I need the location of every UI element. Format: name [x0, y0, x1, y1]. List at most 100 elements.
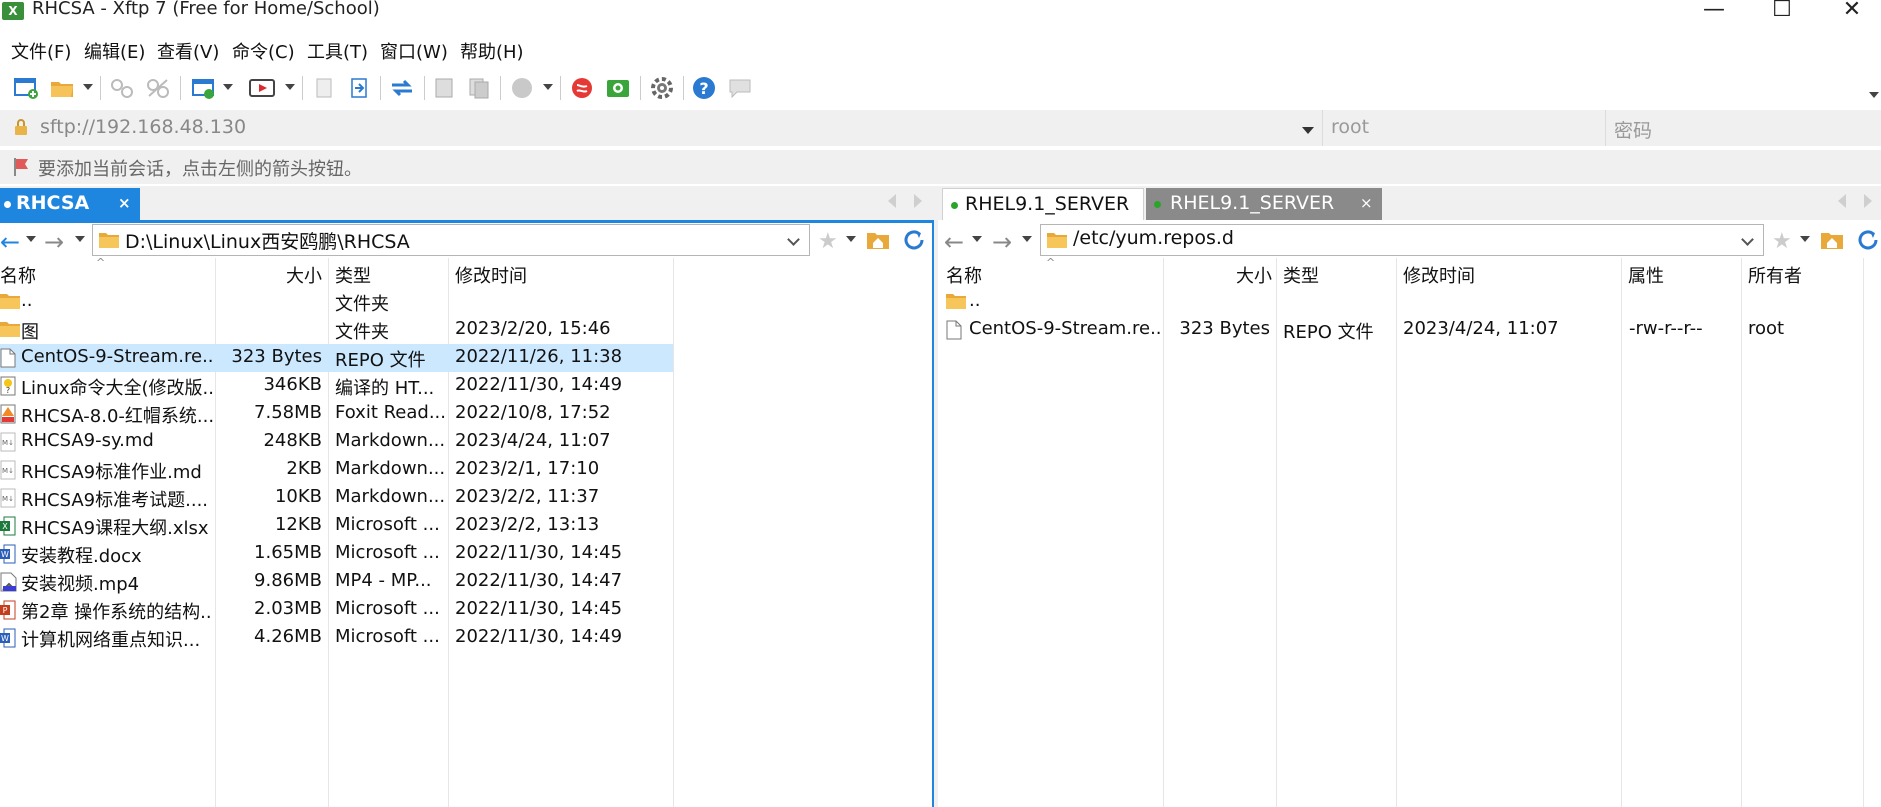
menu-help[interactable]: 帮助(H)	[460, 38, 524, 64]
file-row[interactable]: W 计算机网络重点知识... 4.26MB Microsoft ... 2022/11/…	[0, 624, 932, 652]
cell-modified: 2022/11/30, 14:47	[455, 570, 623, 591]
close-tab-icon[interactable]: ×	[1360, 194, 1373, 212]
download-icon[interactable]	[345, 74, 373, 102]
add-session-arrow-icon[interactable]	[12, 156, 32, 178]
new-session-icon[interactable]	[12, 74, 40, 102]
menu-edit[interactable]: 编辑(E)	[84, 38, 145, 64]
menu-file[interactable]: 文件(F)	[11, 38, 71, 64]
close-window-button[interactable]: ✕	[1832, 0, 1872, 24]
menu-command[interactable]: 命令(C)	[232, 38, 295, 64]
cell-type: Microsoft ...	[335, 514, 440, 535]
username-field[interactable]: root	[1322, 110, 1605, 146]
session-manager-icon[interactable]	[190, 74, 218, 102]
help-icon[interactable]: ?	[690, 74, 718, 102]
xshell-icon[interactable]	[568, 74, 596, 102]
sync-icon[interactable]	[388, 74, 416, 102]
url-dropdown-icon[interactable]	[1302, 127, 1314, 134]
file-row[interactable]: M↓ RHCSA9标准作业.md 2KB Markdown... 2023/2/1, 1…	[0, 456, 932, 484]
back-arrow-icon[interactable]: ←	[0, 230, 20, 254]
host-url-input[interactable]: sftp://192.168.48.130	[40, 116, 246, 138]
file-row[interactable]: 安装视频.mp4 9.86MB MP4 - MP... 2022/11/30, 14:…	[0, 568, 932, 596]
tab-status-dot	[4, 201, 11, 208]
file-row[interactable]: W 安装教程.docx 1.65MB Microsoft ... 2022/11/30,…	[0, 540, 932, 568]
connect-icon[interactable]	[108, 74, 136, 102]
cell-size: 12KB	[274, 514, 322, 535]
copy-icon[interactable]	[465, 74, 493, 102]
settings-gear-icon[interactable]	[648, 74, 676, 102]
file-row[interactable]: CentOS-9-Stream.re... 323 Bytes REPO 文件 202…	[940, 316, 1881, 344]
remote-path-bar: ← → /etc/yum.repos.d ★	[940, 220, 1881, 258]
forward-dropdown-icon[interactable]	[1022, 236, 1032, 242]
open-dropdown-icon[interactable]	[83, 84, 93, 90]
tab-remote-server-2[interactable]: RHEL9.1_SERVER ×	[1146, 188, 1382, 220]
menu-window[interactable]: 窗口(W)	[380, 38, 448, 64]
chm-icon: ?	[0, 376, 16, 396]
toolbar-overflow-icon[interactable]	[1869, 92, 1879, 98]
sort-ascending-icon: ^	[1046, 258, 1056, 269]
record-icon[interactable]	[248, 74, 276, 102]
open-folder-icon[interactable]	[48, 74, 76, 102]
path-dropdown-icon[interactable]	[1741, 233, 1754, 246]
file-row[interactable]: .. 文件夹	[0, 288, 932, 316]
refresh-icon[interactable]	[1856, 228, 1880, 252]
upload-icon[interactable]	[310, 74, 338, 102]
disconnect-icon[interactable]	[144, 74, 172, 102]
tab-scroll-right-icon[interactable]	[1864, 194, 1872, 208]
session-dropdown-icon[interactable]	[223, 84, 233, 90]
back-arrow-icon[interactable]: ←	[944, 230, 964, 254]
favorite-dropdown-icon[interactable]	[1800, 236, 1810, 242]
file-row[interactable]: P 第2章 操作系统的结构... 2.03MB Microsoft ... 2022/1…	[0, 596, 932, 624]
forward-dropdown-icon[interactable]	[75, 236, 85, 242]
close-tab-icon[interactable]: ×	[118, 194, 131, 212]
chat-icon[interactable]	[726, 74, 754, 102]
path-dropdown-icon[interactable]	[787, 233, 800, 246]
file-row[interactable]: ..	[940, 288, 1881, 316]
forward-arrow-icon[interactable]: →	[992, 230, 1012, 254]
favorite-dropdown-icon[interactable]	[846, 236, 856, 242]
transfer-dropdown-icon[interactable]	[543, 84, 553, 90]
back-dropdown-icon[interactable]	[26, 236, 36, 242]
file-row[interactable]: M↓ RHCSA9-sy.md 248KB Markdown... 2023/4/24,…	[0, 428, 932, 456]
cell-type: 文件夹	[335, 294, 389, 315]
minimize-button[interactable]: —	[1694, 0, 1734, 24]
tab-scroll-right-icon[interactable]	[914, 194, 922, 208]
record-dropdown-icon[interactable]	[285, 84, 295, 90]
file-row[interactable]: X RHCSA9课程大纲.xlsx 12KB Microsoft ... 2023/2/…	[0, 512, 932, 540]
powerpoint-icon: P	[0, 600, 16, 620]
local-path-input[interactable]: D:\Linux\Linux西安鸥鹏\RHCSA	[92, 224, 810, 256]
tab-scroll-left-icon[interactable]	[888, 194, 896, 208]
home-folder-icon[interactable]	[1820, 230, 1844, 250]
tab-scroll-left-icon[interactable]	[1838, 194, 1846, 208]
favorite-star-icon[interactable]: ★	[1772, 231, 1792, 253]
file-row[interactable]: 图 文件夹 2023/2/20, 15:46	[0, 316, 932, 344]
tab-local-rhcsa[interactable]: RHCSA ×	[0, 188, 140, 220]
menu-tools[interactable]: 工具(T)	[307, 38, 368, 64]
forward-arrow-icon[interactable]: →	[44, 230, 64, 254]
file-row[interactable]: M↓ RHCSA9标准考试题.... 10KB Markdown... 2023/2/2…	[0, 484, 932, 512]
svg-text:?: ?	[699, 79, 708, 98]
xftp-icon[interactable]	[604, 74, 632, 102]
menu-view[interactable]: 查看(V)	[157, 38, 219, 64]
maximize-button[interactable]: ☐	[1762, 0, 1802, 24]
favorite-star-icon[interactable]: ★	[818, 231, 838, 253]
tab-remote-server-1[interactable]: RHEL9.1_SERVER	[942, 188, 1144, 220]
toolbar-separator	[424, 76, 425, 100]
file-row[interactable]: ? Linux命令大全(修改版... 346KB 编译的 HT... 2022/11/3…	[0, 372, 932, 400]
print-icon[interactable]	[430, 74, 458, 102]
pane-splitter[interactable]	[932, 220, 938, 807]
back-dropdown-icon[interactable]	[972, 236, 982, 242]
cell-modified: 2023/2/2, 11:37	[455, 486, 600, 507]
cell-type: Markdown...	[335, 458, 445, 479]
toolbar-separator	[683, 76, 684, 100]
file-row[interactable]: RHCSA-8.0-红帽系统... 7.58MB Foxit Read... 2022…	[0, 400, 932, 428]
cell-modified: 2022/11/30, 14:49	[455, 626, 623, 647]
tab-status-dot	[951, 202, 958, 209]
cell-modified: 2023/4/24, 11:07	[455, 430, 611, 451]
file-row[interactable]: CentOS-9-Stream.re... 323 Bytes REPO 文件 202…	[0, 344, 673, 372]
home-folder-icon[interactable]	[866, 230, 890, 250]
remote-path-input[interactable]: /etc/yum.repos.d	[1040, 224, 1764, 256]
password-field[interactable]: 密码	[1605, 110, 1881, 146]
transfer-status-icon[interactable]	[508, 74, 536, 102]
local-path-bar: ← → D:\Linux\Linux西安鸥鹏\RHCSA ★	[0, 220, 932, 258]
refresh-icon[interactable]	[902, 228, 926, 252]
